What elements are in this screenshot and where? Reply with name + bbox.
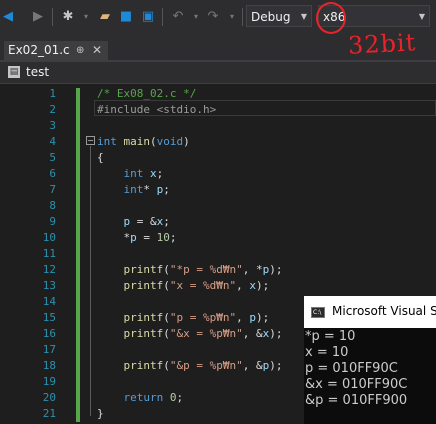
scope-label: test bbox=[26, 65, 50, 79]
console-title: Microsoft Visual St bbox=[332, 304, 436, 318]
line-number: 20 bbox=[42, 391, 56, 404]
new-project-icon[interactable]: ✱ bbox=[60, 9, 76, 25]
line-number: 6 bbox=[49, 167, 56, 180]
line-number: 9 bbox=[49, 215, 56, 228]
console-output-line: x = 10 bbox=[305, 345, 349, 360]
line-number: 3 bbox=[49, 119, 56, 132]
chevron-down-icon: ▼ bbox=[418, 12, 425, 21]
code-line[interactable]: printf("p = %p₩n", p); bbox=[97, 310, 270, 326]
line-number: 19 bbox=[42, 375, 56, 388]
console-icon: C:\ bbox=[311, 307, 325, 318]
fold-guide bbox=[90, 146, 91, 416]
configuration-select[interactable]: Debug ▼ bbox=[246, 5, 312, 27]
save-icon[interactable]: ■ bbox=[118, 9, 134, 25]
back-arrow-icon[interactable]: ◀ bbox=[0, 9, 16, 25]
console-window[interactable]: C:\ Microsoft Visual St *p = 10 x = 10 p… bbox=[304, 296, 436, 424]
navigation-bar[interactable]: ▤ test bbox=[0, 62, 436, 84]
dropdown-chevron-icon[interactable]: ▾ bbox=[78, 9, 94, 25]
collapse-icon[interactable]: − bbox=[86, 136, 95, 145]
code-line[interactable]: p = &x; bbox=[97, 214, 170, 230]
save-all-icon[interactable]: ▣ bbox=[140, 9, 156, 25]
line-number: 7 bbox=[49, 183, 56, 196]
line-number: 21 bbox=[42, 407, 56, 420]
code-line[interactable]: int main(void) bbox=[97, 134, 190, 150]
code-line[interactable]: printf("&x = %p₩n", &x); bbox=[97, 326, 283, 342]
code-line[interactable]: printf("*p = %d₩n", *p); bbox=[97, 262, 283, 278]
line-number: 13 bbox=[42, 279, 56, 292]
line-number: 14 bbox=[42, 295, 56, 308]
line-number: 12 bbox=[42, 263, 56, 276]
undo-dropdown-icon[interactable]: ▾ bbox=[188, 9, 204, 25]
project-icon: ▤ bbox=[8, 66, 20, 78]
console-output-line: p = 010FF90C bbox=[305, 361, 398, 376]
toolbar-separator bbox=[52, 8, 53, 26]
annotation-circle bbox=[316, 2, 346, 34]
console-titlebar[interactable]: C:\ Microsoft Visual St bbox=[304, 296, 436, 328]
code-line[interactable]: return 0; bbox=[97, 390, 184, 406]
redo-icon[interactable]: ↷ bbox=[205, 9, 221, 25]
line-number: 2 bbox=[49, 103, 56, 116]
tab-ex02-01[interactable]: Ex02_01.c ⊕ ✕ bbox=[4, 41, 108, 60]
configuration-value: Debug bbox=[251, 10, 291, 24]
tab-title: Ex02_01.c bbox=[8, 43, 70, 57]
open-folder-icon[interactable]: ▰ bbox=[97, 9, 113, 25]
code-line[interactable]: int x; bbox=[97, 166, 164, 182]
code-line[interactable]: int* p; bbox=[97, 182, 170, 198]
code-line[interactable]: *p = 10; bbox=[97, 230, 176, 246]
code-line[interactable]: } bbox=[97, 406, 104, 422]
line-number: 1 bbox=[49, 87, 56, 100]
code-line[interactable]: { bbox=[97, 150, 104, 166]
change-indicator bbox=[76, 88, 80, 422]
line-number: 5 bbox=[49, 151, 56, 164]
line-number: 4 bbox=[49, 135, 56, 148]
line-number: 8 bbox=[49, 199, 56, 212]
line-number: 17 bbox=[42, 343, 56, 356]
code-line[interactable]: printf("x = %d₩n", x); bbox=[97, 278, 270, 294]
toolbar: ◀ ▶ ✱ ▾ ▰ ■ ▣ ↶ ▾ ↷ ▾ Debug ▼ x86 ▼ bbox=[0, 0, 436, 34]
line-number: 15 bbox=[42, 311, 56, 324]
toolbar-separator bbox=[242, 8, 243, 26]
console-output-line: *p = 10 bbox=[305, 329, 356, 344]
close-icon[interactable]: ✕ bbox=[92, 41, 102, 60]
code-line[interactable]: #include <stdio.h> bbox=[97, 102, 216, 118]
code-line[interactable]: /* Ex08_02.c */ bbox=[97, 86, 196, 102]
line-number: 11 bbox=[42, 247, 56, 260]
console-output-line: &p = 010FF900 bbox=[305, 393, 408, 408]
line-number: 18 bbox=[42, 359, 56, 372]
undo-icon[interactable]: ↶ bbox=[170, 9, 186, 25]
handwritten-annotation: 32bit bbox=[347, 28, 417, 60]
line-number: 16 bbox=[42, 327, 56, 340]
redo-dropdown-icon[interactable]: ▾ bbox=[224, 9, 240, 25]
console-output-line: &x = 010FF90C bbox=[305, 377, 408, 392]
toolbar-separator bbox=[162, 8, 163, 26]
line-number: 10 bbox=[42, 231, 56, 244]
forward-arrow-icon[interactable]: ▶ bbox=[30, 9, 46, 25]
chevron-down-icon: ▼ bbox=[300, 12, 307, 21]
code-line[interactable]: printf("&p = %p₩n", &p); bbox=[97, 358, 283, 374]
pin-icon[interactable]: ⊕ bbox=[76, 41, 84, 60]
